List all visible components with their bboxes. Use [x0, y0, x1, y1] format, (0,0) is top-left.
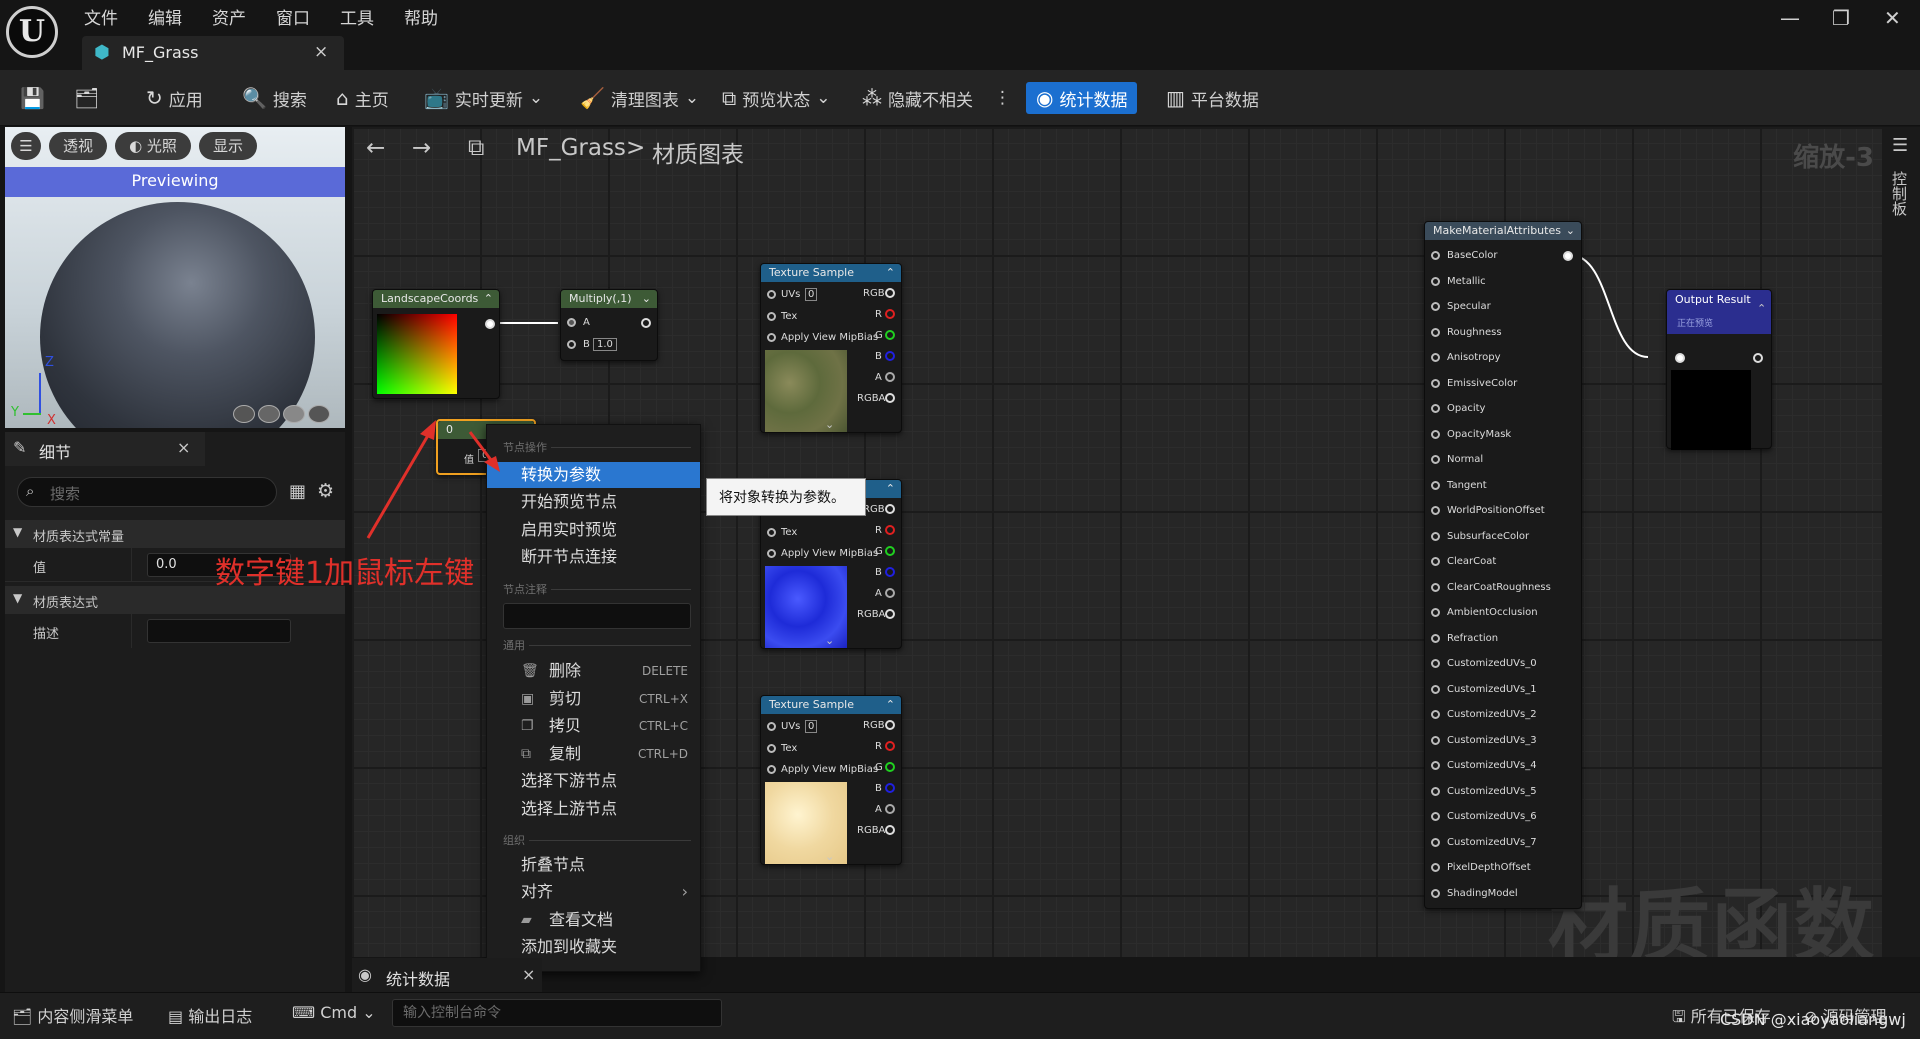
annotation-text: 数字键1加鼠标左键 — [215, 556, 475, 591]
content-drawer-icon: 🗂 — [12, 1007, 38, 1026]
console-input[interactable]: 输入控制台命令 — [392, 999, 722, 1027]
annotation-arrowhead-1 — [420, 420, 436, 440]
status-bar: 🗂 内容侧滑菜单 ▤ 输出日志 ⌨ Cmd ⌄ 输入控制台命令 🖫 所有已保存 … — [0, 992, 1920, 1039]
stats-tab-title: 统计数据 — [386, 970, 451, 989]
cmd-label: Cmd — [320, 1003, 358, 1022]
output-log-icon: ▤ — [168, 1007, 189, 1026]
output-log-label: 输出日志 — [188, 1007, 253, 1026]
cmd-dropdown[interactable]: ⌨ Cmd ⌄ — [292, 1003, 376, 1022]
save-status-icon: 🖫 — [1672, 1007, 1691, 1026]
content-drawer-label: 内容侧滑菜单 — [37, 1007, 134, 1026]
content-drawer-button[interactable]: 🗂 内容侧滑菜单 — [12, 1003, 133, 1027]
stats-panel-tab[interactable]: ◉ 统计数据 × — [352, 958, 542, 992]
terminal-icon: ⌨ — [292, 1003, 321, 1022]
annotation-layer — [366, 420, 500, 539]
console-placeholder: 输入控制台命令 — [403, 1005, 501, 1021]
output-log-button[interactable]: ▤ 输出日志 — [168, 1003, 252, 1027]
annotation-arrow-1 — [366, 431, 432, 539]
stats-icon: ◉ — [358, 965, 372, 984]
stats-tab-close-icon[interactable]: × — [522, 965, 535, 984]
annotation-arrowhead-2 — [484, 456, 500, 472]
chevron-down-icon: ⌄ — [357, 1003, 376, 1022]
credit-watermark: CSDN @xiaoyaoliangwj — [1720, 1010, 1906, 1029]
